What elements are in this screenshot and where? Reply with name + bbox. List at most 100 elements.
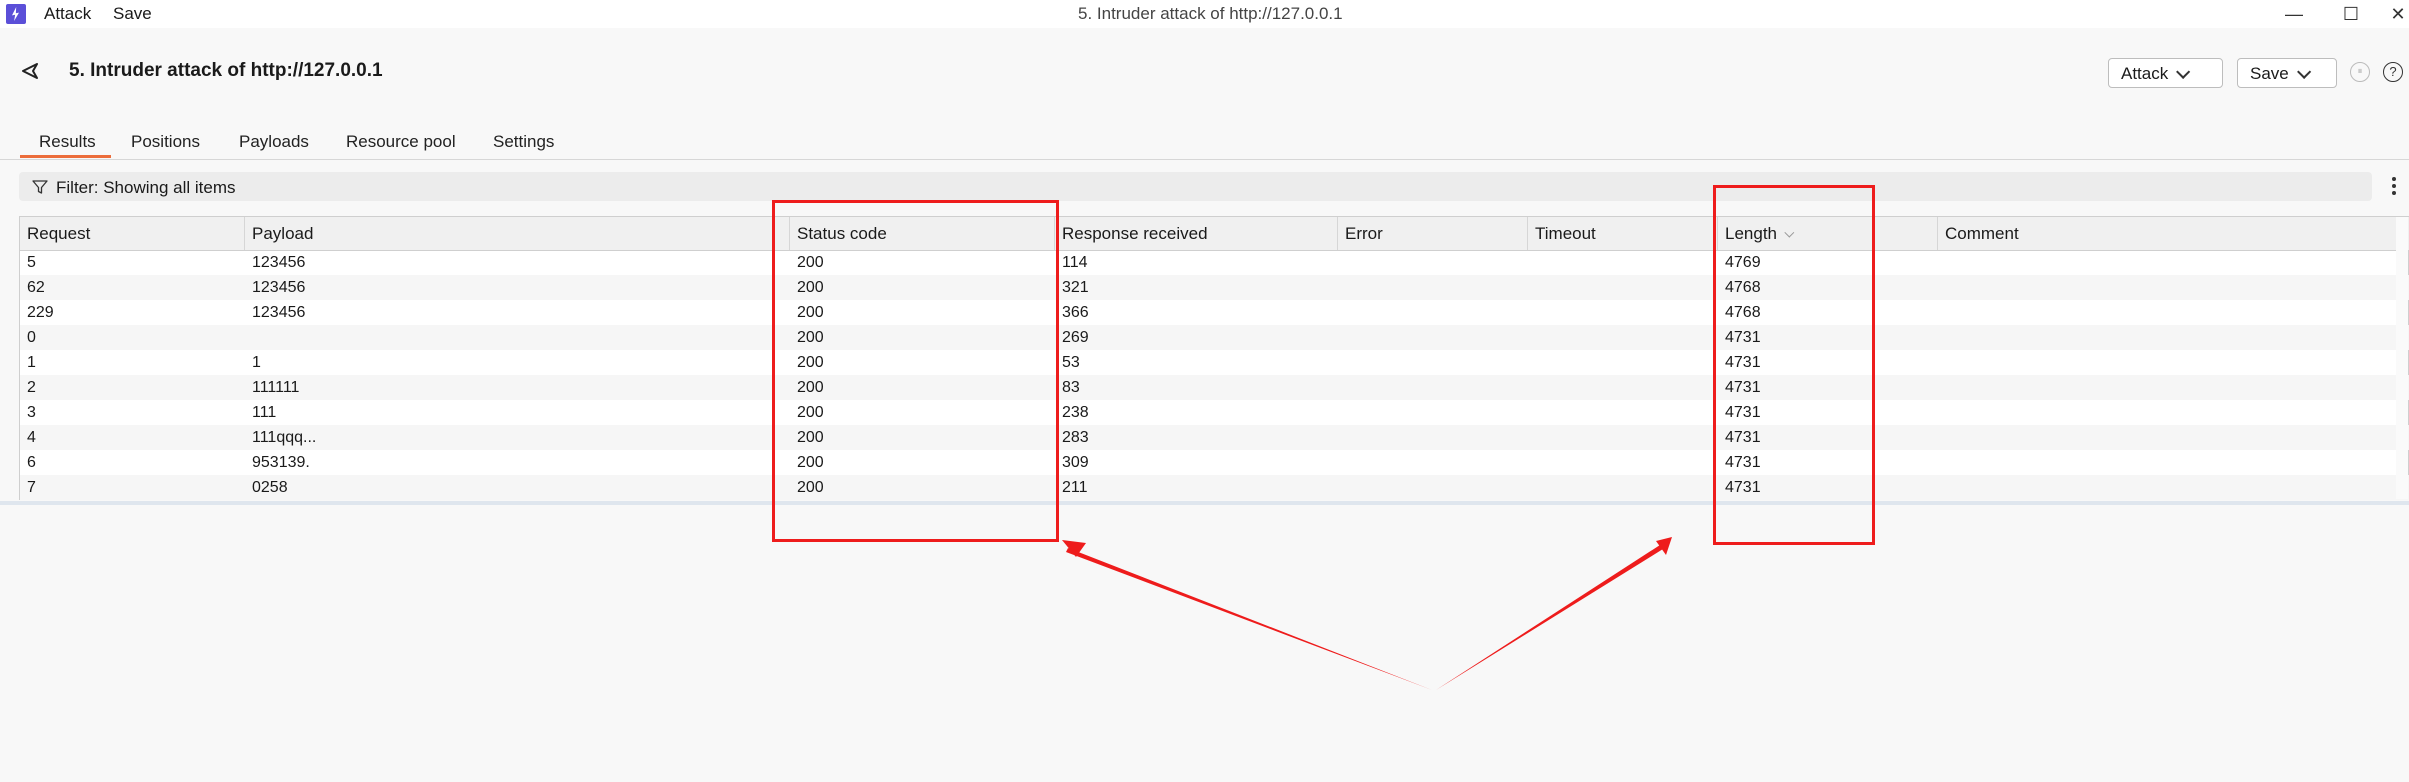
cell-error <box>1338 250 1528 275</box>
cell-request: 2 <box>27 379 36 396</box>
cell-request: 6 <box>27 454 36 471</box>
annotation-arrow-left <box>1066 548 1432 690</box>
cell-payload: 0258 <box>252 479 288 496</box>
tab-positions[interactable]: Positions <box>131 132 200 152</box>
cell-response-received: 53 <box>1062 354 1080 371</box>
cell-response-received: 283 <box>1062 429 1089 446</box>
window-title: 5. Intruder attack of http://127.0.0.1 <box>1078 4 1343 23</box>
table-row[interactable]: 5 123456 200 114 4769 <box>20 250 2409 275</box>
annotation-arrowhead-right <box>1656 537 1672 555</box>
help-icon[interactable]: ? <box>2383 62 2403 82</box>
filter-icon <box>32 180 48 194</box>
column-header-error[interactable]: Error <box>1338 217 1528 250</box>
annotation-box-status-code <box>772 200 1059 542</box>
save-dropdown-button[interactable]: Save <box>2237 58 2337 88</box>
cell-request: 62 <box>27 279 45 296</box>
cell-timeout <box>1528 375 1718 400</box>
burp-app-icon <box>6 4 26 24</box>
cell-comment <box>1938 275 2396 300</box>
table-row[interactable]: 7 0258 200 211 4731 <box>20 475 2409 500</box>
cell-timeout <box>1528 300 1718 325</box>
cell-response-received: 321 <box>1062 279 1089 296</box>
cell-error <box>1338 450 1528 475</box>
chevron-down-icon <box>2296 64 2311 79</box>
cell-comment <box>1938 475 2396 500</box>
table-row[interactable]: 2 111111 200 83 4731 <box>20 375 2409 400</box>
minimize-icon[interactable]: — <box>2282 2 2306 26</box>
save-button-label: Save <box>2250 64 2289 83</box>
cell-timeout <box>1528 475 1718 500</box>
annotation-arrowhead-left <box>1062 540 1086 557</box>
cell-error <box>1338 350 1528 375</box>
table-row[interactable]: 0 200 269 4731 <box>20 325 2409 350</box>
maximize-icon[interactable]: ☐ <box>2339 2 2363 26</box>
cell-comment <box>1938 450 2396 475</box>
cell-comment <box>1938 425 2396 450</box>
cell-response-received: 114 <box>1062 254 1088 271</box>
tab-resource-pool[interactable]: Resource pool <box>346 132 456 152</box>
cell-request: 7 <box>27 479 36 496</box>
vertical-scrollbar[interactable] <box>2396 217 2408 499</box>
close-icon[interactable]: ✕ <box>2386 2 2409 26</box>
column-header-comment[interactable]: Comment <box>1938 217 2396 250</box>
cell-error <box>1338 400 1528 425</box>
table-row[interactable]: 229 123456 200 366 4768 <box>20 300 2409 325</box>
tab-results[interactable]: Results <box>39 132 96 152</box>
tab-divider <box>0 159 2409 160</box>
cell-payload: 111qqq... <box>252 429 317 446</box>
page-title: 5. Intruder attack of http://127.0.0.1 <box>69 60 383 81</box>
chevron-down-icon <box>2176 64 2191 79</box>
attack-dropdown-button[interactable]: Attack <box>2108 58 2223 88</box>
table-row[interactable]: 6 953139. 200 309 4731 <box>20 450 2409 475</box>
cell-payload: 123456 <box>252 304 306 321</box>
cell-timeout <box>1528 250 1718 275</box>
column-header-timeout[interactable]: Timeout <box>1528 217 1718 250</box>
table-row[interactable]: 3 111 200 238 4731 <box>20 400 2409 425</box>
column-header-request[interactable]: Request <box>20 217 245 250</box>
cell-comment <box>1938 350 2396 375</box>
filter-bar[interactable]: Filter: Showing all items <box>19 172 2372 201</box>
cell-request: 3 <box>27 404 36 421</box>
table-row[interactable]: 62 123456 200 321 4768 <box>20 275 2409 300</box>
cell-error <box>1338 300 1528 325</box>
cell-payload: 1 <box>252 354 261 371</box>
cell-request: 4 <box>27 429 36 446</box>
cell-request: 229 <box>27 304 54 321</box>
cell-payload: 953139. <box>252 454 310 471</box>
cell-payload: 123456 <box>252 279 306 296</box>
cell-timeout <box>1528 325 1718 350</box>
cell-payload <box>245 325 790 350</box>
cell-request: 5 <box>27 254 36 271</box>
cell-payload: 111111 <box>252 379 300 396</box>
table-row[interactable]: 1 1 200 53 4731 <box>20 350 2409 375</box>
table-row[interactable]: 4 111qqq... 200 283 4731 <box>20 425 2409 450</box>
menu-save[interactable]: Save <box>113 4 152 24</box>
cell-comment <box>1938 325 2396 350</box>
split-pane-divider[interactable] <box>0 501 2409 505</box>
cell-comment <box>1938 375 2396 400</box>
active-tab-indicator <box>20 155 111 158</box>
cell-response-received: 309 <box>1062 454 1089 471</box>
cell-error <box>1338 475 1528 500</box>
back-arrow-icon[interactable] <box>20 60 42 82</box>
annotation-box-length <box>1713 185 1875 545</box>
results-table: Request Payload Status code Response rec… <box>19 216 2409 500</box>
filter-text: Filter: Showing all items <box>56 178 236 197</box>
column-header-response-received[interactable]: Response received <box>1055 217 1338 250</box>
tab-settings[interactable]: Settings <box>493 132 554 152</box>
more-options-icon[interactable] <box>2392 177 2396 197</box>
cell-error <box>1338 275 1528 300</box>
pause-icon[interactable]: ⏸ <box>2350 62 2370 82</box>
table-header: Request Payload Status code Response rec… <box>20 217 2409 251</box>
cell-error <box>1338 325 1528 350</box>
cell-response-received: 366 <box>1062 304 1089 321</box>
tab-payloads[interactable]: Payloads <box>239 132 309 152</box>
cell-response-received: 83 <box>1062 379 1080 396</box>
cell-timeout <box>1528 450 1718 475</box>
menu-attack[interactable]: Attack <box>44 4 91 24</box>
window-titlebar: Attack Save 5. Intruder attack of http:/… <box>0 0 2409 28</box>
cell-error <box>1338 375 1528 400</box>
cell-error <box>1338 425 1528 450</box>
column-header-payload[interactable]: Payload <box>245 217 790 250</box>
cell-comment <box>1938 300 2396 325</box>
